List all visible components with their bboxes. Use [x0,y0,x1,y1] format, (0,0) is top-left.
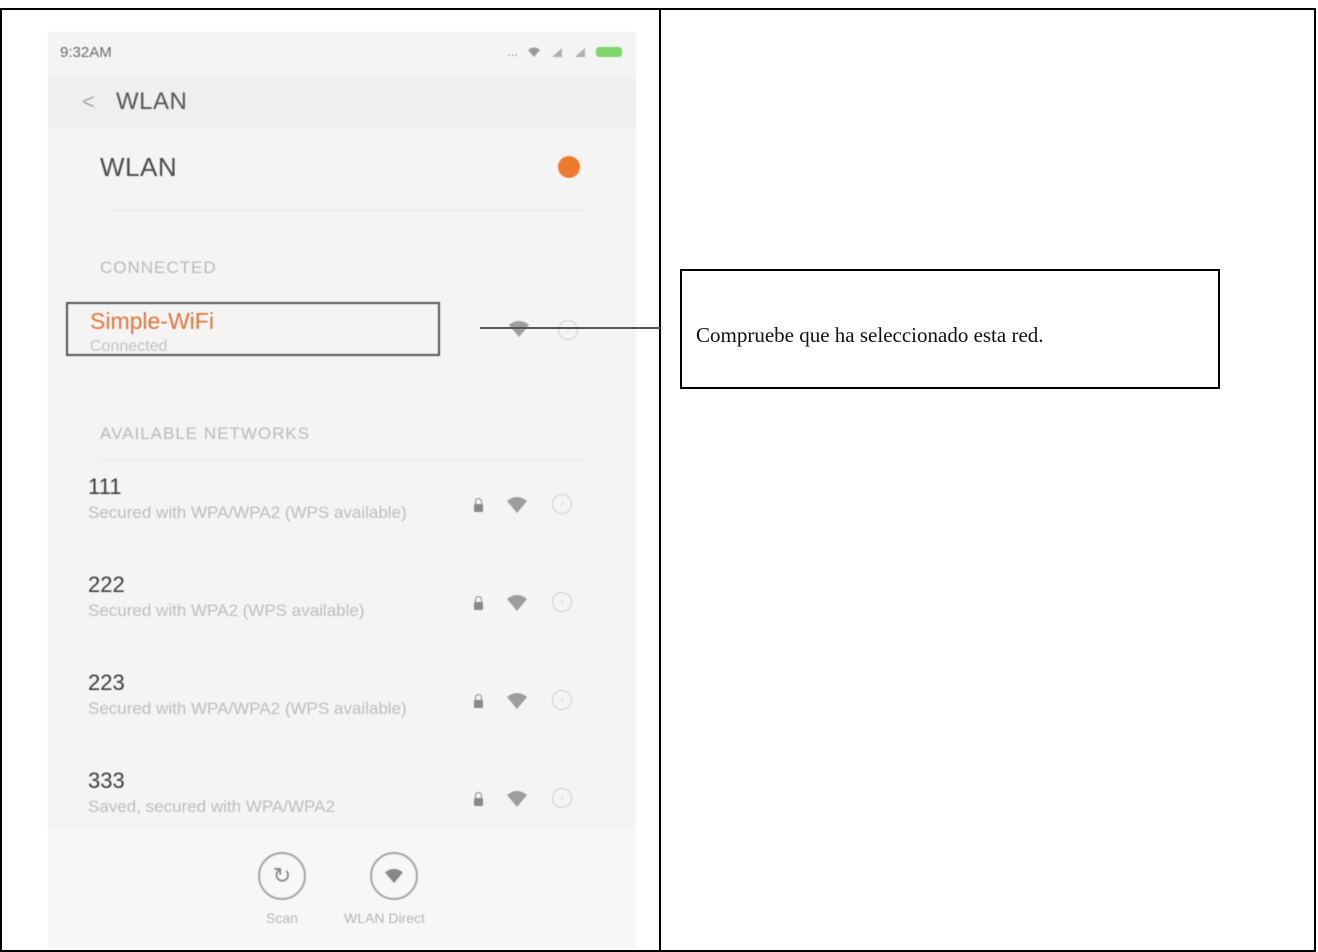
cell-signal-2-icon [575,47,585,57]
scan-button[interactable]: ↻ [258,852,306,900]
chevron-right-icon[interactable]: › [552,788,572,808]
chevron-right-icon[interactable]: › [552,592,572,612]
connected-network-status: Connected [90,338,168,355]
status-icons: ... [507,44,622,59]
network-list-item[interactable]: 222 Secured with WPA2 (WPS available) › [48,572,636,664]
network-list-item[interactable]: 111 Secured with WPA/WPA2 (WPS available… [48,474,636,566]
annotation-text: Compruebe que ha seleccionado esta red. [696,323,1044,347]
lock-icon [474,498,483,512]
callout-pointer-line [480,327,660,329]
lock-icon [474,792,483,806]
lock-icon [474,694,483,708]
status-time: 9:32AM [60,44,112,61]
status-bar: 9:32AM ... [48,32,636,72]
network-security-text: Secured with WPA2 (WPS available) [88,601,365,620]
chevron-right-icon[interactable]: › [552,494,572,514]
network-security-text: Saved, secured with WPA/WPA2 [88,797,335,816]
battery-icon [596,46,622,57]
network-name: 111 [88,474,122,499]
wifi-icon [507,791,527,807]
network-name: 333 [88,768,125,793]
bottom-action-bar: ↻ Scan WLAN Direct [48,828,636,948]
annotation-callout-box: Compruebe que ha seleccionado esta red. [680,269,1220,389]
network-name: 223 [88,670,125,695]
scan-icon: ↻ [272,863,292,888]
connected-section-header: CONNECTED [100,258,217,277]
wifi-icon [507,595,527,611]
network-name: 222 [88,572,125,597]
network-list-item[interactable]: 223 Secured with WPA/WPA2 (WPS available… [48,670,636,762]
table-column-divider [659,8,661,952]
network-security-text: Secured with WPA/WPA2 (WPS available) [88,503,407,522]
wlan-direct-button-label: WLAN Direct [344,910,425,926]
back-icon[interactable]: < [82,91,95,113]
phone-screenshot: 9:32AM ... < WLAN WLAN CONNECTED Simple-… [48,32,636,948]
divider [114,210,584,211]
wlan-toggle-switch[interactable] [558,156,580,178]
page-title: WLAN [116,88,188,115]
wifi-icon [507,497,527,513]
wlan-direct-button[interactable] [370,852,418,900]
wifi-icon [507,693,527,709]
app-bar: < WLAN [48,78,636,128]
wlan-toggle-label: WLAN [100,152,178,182]
chevron-right-icon[interactable]: › [558,320,578,340]
divider [100,460,584,461]
network-security-text: Secured with WPA/WPA2 (WPS available) [88,699,407,718]
scan-button-label: Scan [266,910,298,926]
cell-signal-icon [552,47,562,57]
connected-network-name[interactable]: Simple-WiFi [90,308,214,335]
wifi-status-icon [528,47,540,57]
lock-icon [474,596,483,610]
more-dots-icon: ... [507,44,518,59]
chevron-right-icon[interactable]: › [552,690,572,710]
available-networks-header: AVAILABLE NETWORKS [100,424,311,443]
wlan-toggle-row[interactable]: WLAN [48,130,636,230]
wlan-direct-icon [385,868,403,884]
wifi-icon [509,321,529,337]
